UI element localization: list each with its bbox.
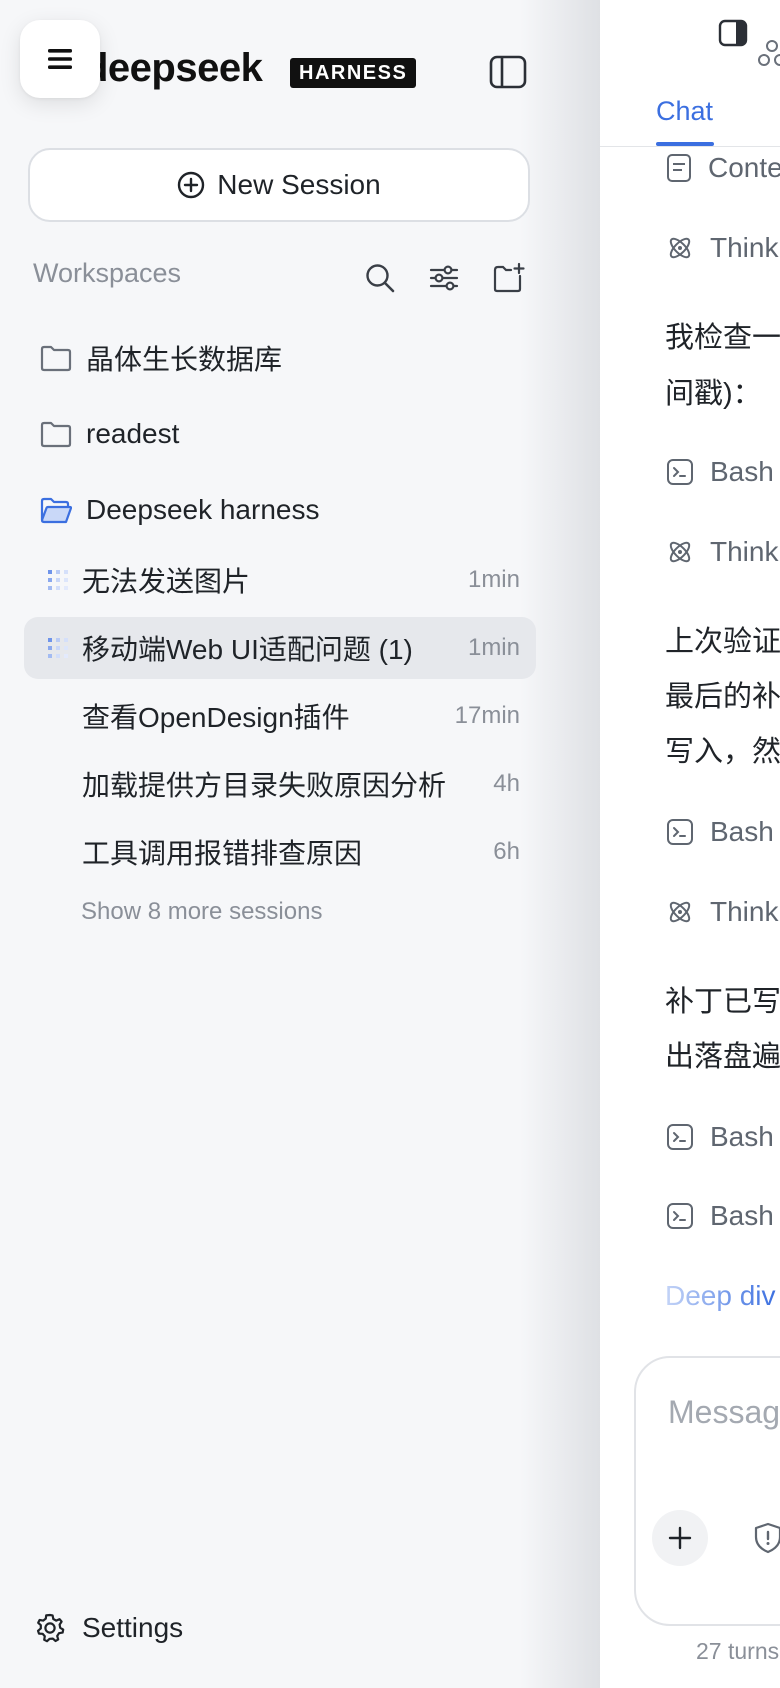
tab-divider bbox=[600, 146, 780, 147]
session-title: 无法发送图片 bbox=[82, 566, 251, 597]
bash-label: Bash bbox=[710, 816, 774, 847]
running-dots-icon bbox=[48, 570, 68, 590]
bash-label: Bash bbox=[710, 1200, 774, 1231]
terminal-icon bbox=[667, 819, 693, 845]
session-item[interactable]: 工具调用报错排查原因 6h bbox=[24, 821, 536, 883]
menu-icon bbox=[48, 49, 72, 69]
collapse-sidebar-icon[interactable] bbox=[488, 54, 528, 90]
brand-badge: HARNESS bbox=[290, 58, 417, 88]
bash-tool-row[interactable]: Bash bbox=[666, 812, 774, 852]
assistant-message-line: 补丁已写 bbox=[665, 986, 780, 1018]
chat-panel: Chat Conte Think 我检查一 间戳)： Bash Think 上次… bbox=[600, 0, 780, 1688]
session-item-active[interactable]: 移动端Web UI适配问题 (1) 1min bbox=[24, 617, 536, 679]
folder-icon bbox=[40, 345, 72, 372]
terminal-icon bbox=[667, 1124, 693, 1150]
thinking-row[interactable]: Think bbox=[666, 532, 778, 572]
bash-label: Bash bbox=[710, 456, 774, 487]
terminal-icon bbox=[667, 459, 693, 485]
settings-label: Settings bbox=[82, 1612, 184, 1643]
terminal-icon bbox=[667, 1203, 693, 1229]
sidebar: deepseek HARNESS New Session Workspaces bbox=[0, 0, 600, 1688]
agent-graph-icon[interactable] bbox=[758, 38, 780, 70]
workspace-item[interactable]: readest bbox=[40, 409, 179, 459]
workspace-label: 晶体生长数据库 bbox=[86, 344, 283, 375]
atom-icon bbox=[669, 237, 691, 259]
search-icon[interactable] bbox=[364, 262, 396, 294]
assistant-message-line: 写入，然 bbox=[665, 736, 780, 768]
bash-tool-row[interactable]: Bash bbox=[666, 1196, 774, 1236]
assistant-message-line: 最后的补 bbox=[665, 681, 780, 713]
bash-tool-row[interactable]: Bash bbox=[666, 452, 774, 492]
message-input[interactable]: Messag bbox=[668, 1394, 780, 1431]
thinking-label: Think bbox=[710, 232, 779, 263]
tool-call-row[interactable]: Conte bbox=[666, 148, 780, 188]
turns-count: 27 turns bbox=[696, 1638, 780, 1664]
assistant-message-line: 出落盘遍 bbox=[665, 1041, 780, 1073]
assistant-message-line: 上次验证 bbox=[665, 626, 780, 658]
plus-icon bbox=[668, 1526, 692, 1550]
bash-label: Bash bbox=[710, 1121, 774, 1152]
assistant-message-line: 我检查一 bbox=[665, 322, 780, 354]
session-time: 1min bbox=[467, 566, 520, 593]
session-title: 移动端Web UI适配问题 (1) bbox=[82, 634, 413, 665]
filter-sliders-icon[interactable] bbox=[428, 262, 460, 294]
session-time: 17min bbox=[454, 702, 520, 729]
thinking-row[interactable]: Think bbox=[666, 228, 778, 268]
workspace-item[interactable]: 晶体生长数据库 bbox=[40, 333, 282, 383]
atom-icon bbox=[669, 901, 691, 923]
new-session-button[interactable]: New Session bbox=[28, 148, 530, 222]
session-time: 4h bbox=[493, 770, 520, 797]
document-icon bbox=[667, 154, 691, 182]
hamburger-menu-button[interactable] bbox=[20, 20, 100, 98]
deep-dive-link[interactable]: Deep div bbox=[665, 1280, 776, 1312]
show-more-sessions-link[interactable]: Show 8 more sessions bbox=[81, 898, 322, 926]
running-dots-icon bbox=[48, 638, 68, 658]
attach-button[interactable] bbox=[652, 1510, 708, 1566]
bash-tool-row[interactable]: Bash bbox=[666, 1117, 774, 1157]
session-item[interactable]: 查看OpenDesign插件 17min bbox=[24, 685, 536, 747]
workspaces-heading: Workspaces bbox=[33, 258, 182, 288]
thinking-label: Think bbox=[710, 896, 779, 927]
tool-call-label: Conte bbox=[708, 152, 780, 183]
gear-icon bbox=[36, 1613, 65, 1643]
session-title: 查看OpenDesign插件 bbox=[82, 702, 350, 733]
session-item[interactable]: 加载提供方目录失败原因分析 4h bbox=[24, 753, 536, 815]
new-folder-icon[interactable] bbox=[492, 262, 526, 294]
message-composer[interactable]: Messag bbox=[634, 1356, 780, 1626]
plus-circle-icon bbox=[178, 171, 205, 199]
session-time: 1min bbox=[467, 634, 520, 661]
session-title: 加载提供方目录失败原因分析 bbox=[82, 770, 447, 801]
settings-button[interactable]: Settings bbox=[34, 1612, 183, 1644]
assistant-message-line: 间戳)： bbox=[665, 378, 762, 410]
panel-toggle-icon[interactable] bbox=[718, 18, 748, 48]
session-time: 6h bbox=[493, 838, 520, 865]
thinking-row[interactable]: Think bbox=[666, 892, 778, 932]
new-session-label: New Session bbox=[217, 169, 381, 200]
workspace-label: readest bbox=[86, 418, 180, 449]
session-title: 工具调用报错排查原因 bbox=[82, 838, 363, 869]
atom-icon bbox=[669, 541, 691, 563]
folder-open-icon bbox=[40, 497, 72, 524]
thinking-label: Think bbox=[710, 536, 779, 567]
brand-name: deepseek bbox=[84, 46, 263, 90]
workspace-item-active[interactable]: Deepseek harness bbox=[40, 485, 319, 535]
tab-chat[interactable]: Chat bbox=[656, 96, 713, 127]
workspace-label: Deepseek harness bbox=[86, 494, 320, 525]
folder-icon bbox=[40, 421, 72, 448]
shield-icon[interactable] bbox=[754, 1522, 780, 1554]
session-item[interactable]: 无法发送图片 1min bbox=[24, 549, 536, 611]
